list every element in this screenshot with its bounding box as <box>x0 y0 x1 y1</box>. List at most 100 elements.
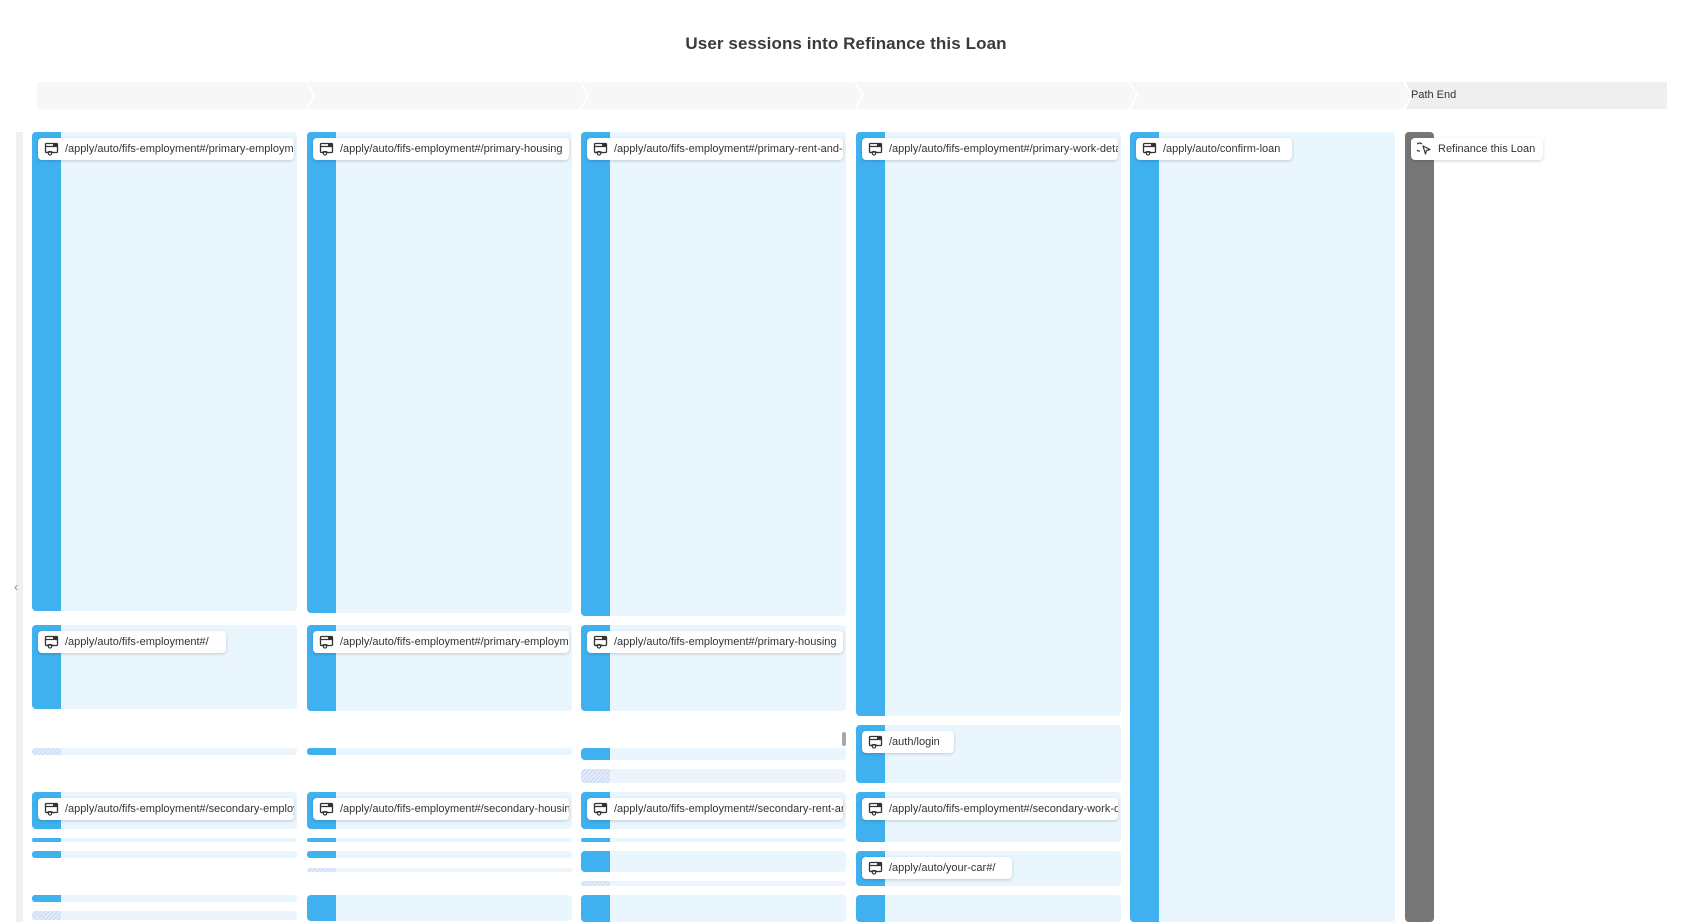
node-label-text: Refinance this Loan <box>1438 143 1536 155</box>
step-header-3 <box>580 81 863 110</box>
node-label-text: /apply/auto/fifs-employment#/ <box>65 636 209 648</box>
node-label-text: /apply/auto/fifs-employment#/secondary-h… <box>340 803 569 815</box>
pageview-icon <box>44 635 60 649</box>
node-volume-bar <box>581 748 610 760</box>
node-label[interactable]: /apply/auto/confirm-loan <box>1136 138 1292 160</box>
node-volume-bar <box>307 838 336 842</box>
flow-node[interactable] <box>581 895 846 922</box>
node-volume-bar <box>307 895 336 921</box>
flow-node[interactable] <box>32 851 297 858</box>
node-volume-bar <box>32 911 61 920</box>
pageview-icon <box>868 142 884 156</box>
pageview-icon <box>868 735 884 749</box>
flow-node[interactable] <box>307 748 572 755</box>
flow-node[interactable] <box>32 838 297 842</box>
flow-node[interactable] <box>581 851 846 872</box>
column-scroll-handle[interactable] <box>842 732 846 746</box>
chevron-left-icon[interactable]: ‹ <box>14 581 18 593</box>
node-volume-bar <box>32 132 61 611</box>
node-label[interactable]: /apply/auto/fifs-employment#/secondary-h… <box>313 798 569 820</box>
node-volume-bar <box>307 748 336 755</box>
flow-node[interactable] <box>307 895 572 921</box>
node-label-text: /apply/auto/fifs-employment#/primary-emp… <box>65 143 294 155</box>
node-label[interactable]: /apply/auto/fifs-employment#/primary-hou… <box>587 631 843 653</box>
flow-node[interactable] <box>307 851 572 858</box>
left-scroll-strip[interactable] <box>16 132 23 922</box>
node-label[interactable]: /apply/auto/fifs-employment#/primary-wor… <box>862 138 1118 160</box>
flow-node[interactable] <box>307 838 572 842</box>
pageview-icon <box>593 802 609 816</box>
node-volume-bar <box>307 868 336 872</box>
node-label[interactable]: /apply/auto/fifs-employment#/secondary-e… <box>38 798 294 820</box>
node-label[interactable]: /auth/login <box>862 731 954 753</box>
pageview-icon <box>319 142 335 156</box>
step-header-4 <box>855 81 1137 110</box>
node-volume-bar <box>581 838 610 842</box>
pageview-icon <box>593 142 609 156</box>
pageview-icon <box>319 802 335 816</box>
node-volume-bar <box>32 895 61 902</box>
step-header-path-end-label: Path End <box>1411 89 1457 101</box>
path-end-node[interactable] <box>1405 132 1434 922</box>
end-volume-bar <box>1405 132 1434 922</box>
flow-node[interactable] <box>581 132 846 616</box>
pageview-icon <box>593 635 609 649</box>
node-volume-bar <box>856 132 885 716</box>
node-label-text: /apply/auto/fifs-employment#/primary-ren… <box>614 143 843 155</box>
node-volume-bar <box>856 895 885 922</box>
node-volume-bar <box>307 851 336 858</box>
flow-node[interactable] <box>1130 132 1395 922</box>
other-pages-node[interactable] <box>32 911 297 920</box>
node-label[interactable]: /apply/auto/fifs-employment#/primary-ren… <box>587 138 843 160</box>
node-volume-bar <box>581 881 610 886</box>
node-volume-bar <box>581 132 610 616</box>
node-label-text: /apply/auto/fifs-employment#/primary-wor… <box>889 143 1118 155</box>
pageview-icon <box>868 802 884 816</box>
node-label[interactable]: /apply/auto/fifs-employment#/primary-hou… <box>313 138 569 160</box>
node-label-text: /apply/auto/fifs-employment#/secondary-w… <box>889 803 1118 815</box>
other-pages-node[interactable] <box>581 769 846 783</box>
pageview-icon <box>44 802 60 816</box>
node-label-text: /apply/auto/fifs-employment#/secondary-e… <box>65 803 294 815</box>
flow-node[interactable] <box>581 748 846 760</box>
node-volume-bar <box>581 769 610 783</box>
node-volume-bar <box>32 748 61 755</box>
node-label[interactable]: /apply/auto/fifs-employment#/ <box>38 631 226 653</box>
step-header-1 <box>36 81 314 110</box>
step-header-5 <box>1129 81 1412 110</box>
pageview-icon <box>868 861 884 875</box>
node-label[interactable]: /apply/auto/fifs-employment#/primary-emp… <box>38 138 294 160</box>
flow-node[interactable] <box>32 132 297 611</box>
step-header-2 <box>306 81 588 110</box>
flow-node[interactable] <box>856 895 1121 922</box>
other-pages-node[interactable] <box>581 881 846 886</box>
flow-node[interactable] <box>32 895 297 902</box>
click-event-icon <box>1414 142 1433 156</box>
node-label-text: /apply/auto/your-car#/ <box>889 862 996 874</box>
node-label-text: /apply/auto/fifs-employment#/primary-hou… <box>614 636 837 648</box>
pageview-icon <box>1142 142 1158 156</box>
node-volume-bar <box>32 851 61 858</box>
node-volume-bar <box>307 132 336 613</box>
node-label-text: /apply/auto/fifs-employment#/secondary-r… <box>614 803 843 815</box>
other-pages-node[interactable] <box>307 868 572 872</box>
chart-title: User sessions into Refinance this Loan <box>685 34 1007 53</box>
node-label-text: /apply/auto/fifs-employment#/primary-emp… <box>340 636 569 648</box>
node-label[interactable]: /apply/auto/fifs-employment#/primary-emp… <box>313 631 569 653</box>
flow-node[interactable] <box>307 132 572 613</box>
node-volume-bar <box>1130 132 1159 922</box>
pageview-icon <box>44 142 60 156</box>
node-volume-bar <box>581 851 610 872</box>
node-label[interactable]: /apply/auto/fifs-employment#/secondary-r… <box>587 798 843 820</box>
node-label[interactable]: Refinance this Loan <box>1411 138 1543 160</box>
pageview-icon <box>319 635 335 649</box>
flow-node[interactable] <box>856 132 1121 716</box>
node-label[interactable]: /apply/auto/fifs-employment#/secondary-w… <box>862 798 1118 820</box>
node-label-text: /auth/login <box>889 736 940 748</box>
flow-node[interactable] <box>581 838 846 842</box>
node-label[interactable]: /apply/auto/your-car#/ <box>862 857 1012 879</box>
other-pages-node[interactable] <box>32 748 297 755</box>
node-volume-bar <box>581 895 610 922</box>
node-volume-bar <box>32 838 61 842</box>
node-label-text: /apply/auto/fifs-employment#/primary-hou… <box>340 143 563 155</box>
